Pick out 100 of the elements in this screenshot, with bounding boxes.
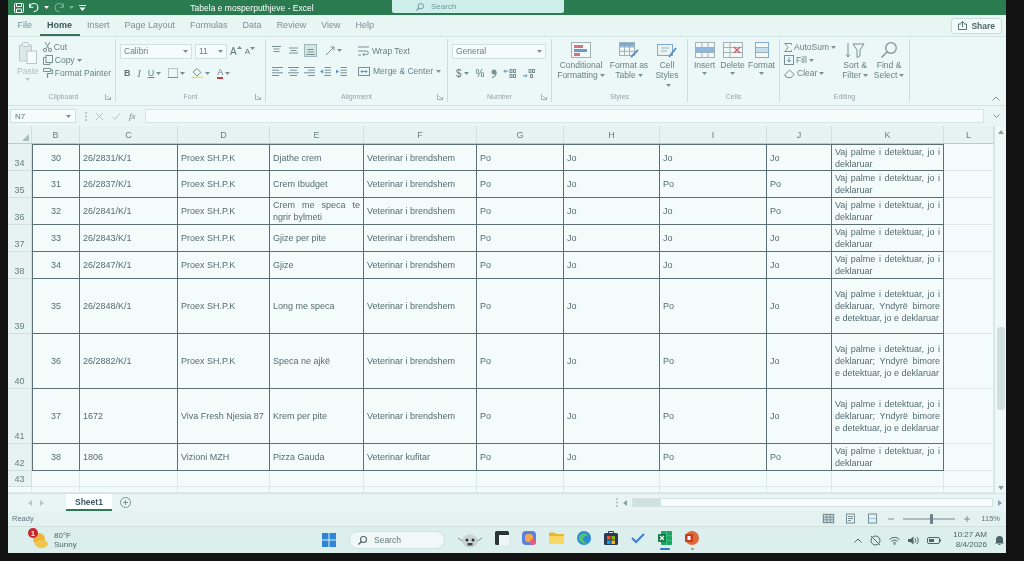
align-center-icon[interactable]	[288, 66, 299, 76]
store-icon[interactable]	[604, 530, 618, 545]
row-header[interactable]: 37	[8, 225, 32, 252]
cancel-icon[interactable]	[96, 112, 103, 120]
dialog-launcher-icon[interactable]	[105, 94, 111, 100]
decrease-decimal-icon[interactable]	[523, 68, 536, 78]
format-as-table-button[interactable]: Format as Table	[608, 39, 650, 91]
borders-button[interactable]	[168, 68, 186, 78]
formula-input[interactable]	[144, 109, 984, 123]
dialog-launcher-icon[interactable]	[437, 94, 443, 100]
ribbon-tab[interactable]: Data	[235, 18, 270, 36]
add-sheet-icon[interactable]	[119, 497, 131, 508]
orientation-button[interactable]	[325, 45, 342, 56]
scrollbar-thumb[interactable]	[996, 327, 1005, 411]
column-header[interactable]: F	[364, 126, 477, 144]
checkmark-icon[interactable]	[631, 532, 645, 543]
presentation-icon[interactable]	[685, 530, 699, 545]
share-button[interactable]: Share	[951, 17, 1002, 34]
number-format-dropdown[interactable]: General	[452, 43, 546, 59]
wrap-text-button[interactable]: Wrap Text	[358, 45, 410, 56]
row-header[interactable]: 36	[8, 198, 32, 225]
volume-icon[interactable]	[908, 535, 920, 545]
align-right-icon[interactable]	[304, 66, 315, 76]
row-header[interactable]: 41	[8, 389, 32, 444]
grow-font-button[interactable]: A	[230, 45, 242, 57]
spreadsheet-icon[interactable]	[658, 530, 672, 545]
row-header[interactable]: 35	[8, 171, 32, 198]
start-icon[interactable]	[322, 533, 336, 547]
ribbon-tab[interactable]: Page Layout	[117, 18, 183, 36]
bold-button[interactable]: B	[124, 68, 131, 78]
clock-date[interactable]: 8/4/2026	[955, 540, 987, 550]
accounting-format-button[interactable]: $	[456, 67, 469, 79]
browser-icon[interactable]	[577, 530, 591, 545]
ribbon-tab[interactable]: Review	[269, 18, 314, 36]
down-arrow-icon[interactable]	[997, 486, 1004, 490]
insert-function-button[interactable]: fx	[129, 111, 136, 121]
ribbon-tab[interactable]: Help	[348, 18, 382, 36]
page-break-icon[interactable]	[866, 513, 880, 524]
autosum-button[interactable]: AutoSum	[784, 42, 838, 52]
wifi-icon[interactable]	[889, 535, 901, 545]
column-header[interactable]: G	[477, 126, 564, 144]
battery-icon[interactable]	[927, 536, 942, 544]
shrink-font-button[interactable]: A	[244, 46, 255, 56]
clock-time[interactable]: 10:27 AM	[953, 530, 987, 540]
ribbon-tab[interactable]: View	[313, 18, 348, 36]
row-header[interactable]: 39	[8, 279, 32, 334]
decrease-indent-icon[interactable]	[320, 66, 331, 76]
ribbon-tab[interactable]: File	[10, 18, 40, 36]
align-bottom-icon[interactable]	[304, 44, 317, 57]
up-arrow-icon[interactable]	[997, 130, 1004, 134]
zoom-slider-thumb[interactable]	[929, 513, 933, 524]
left-arrow-icon[interactable]	[28, 499, 32, 506]
cut-button[interactable]: Cut	[42, 42, 111, 52]
row-header[interactable]: 42	[8, 444, 32, 471]
name-box[interactable]: N7	[10, 109, 76, 123]
column-header[interactable]: D	[178, 126, 270, 144]
zoom-in-icon[interactable]	[964, 515, 971, 522]
left-arrow-icon[interactable]	[623, 499, 627, 506]
scrollbar-thumb[interactable]	[633, 499, 661, 506]
weather-icon[interactable]	[32, 532, 48, 548]
bell-icon[interactable]	[995, 535, 1004, 545]
ribbon-tab[interactable]: Formulas	[182, 18, 236, 36]
font-name-dropdown[interactable]: Calibri	[120, 43, 192, 59]
row-header[interactable]: 34	[8, 144, 32, 171]
comma-style-icon[interactable]	[491, 68, 498, 78]
column-header[interactable]: L	[944, 126, 994, 144]
merge-center-button[interactable]: Merge & Center	[358, 66, 441, 76]
undo-icon[interactable]	[29, 3, 39, 12]
font-size-dropdown[interactable]: 11	[195, 43, 227, 59]
copy-button[interactable]: Copy	[42, 55, 111, 65]
find-select-button[interactable]: Find & Select	[873, 39, 905, 91]
chevron-up-icon[interactable]	[854, 537, 863, 543]
folder-icon[interactable]	[549, 531, 564, 544]
sort-filter-button[interactable]: Sort & Filter	[840, 39, 871, 91]
column-header[interactable]: J	[767, 126, 832, 144]
assistant-icon[interactable]	[522, 530, 536, 545]
right-arrow-icon[interactable]	[40, 499, 44, 506]
column-header[interactable]: B	[32, 126, 80, 144]
ribbon-tab[interactable]: Insert	[79, 18, 118, 36]
customize-icon[interactable]	[79, 4, 86, 11]
vertical-scrollbar[interactable]	[994, 126, 1006, 493]
percent-style-button[interactable]: %	[475, 67, 485, 79]
slashed-circle-icon[interactable]	[870, 534, 882, 546]
row-header[interactable]: 40	[8, 334, 32, 389]
column-header[interactable]: K	[832, 126, 944, 144]
horizontal-scrollbar[interactable]	[632, 498, 993, 507]
doodle-icon[interactable]	[458, 532, 482, 548]
fill-color-button[interactable]	[192, 68, 211, 78]
select-all-button[interactable]	[8, 126, 32, 144]
task-view-icon[interactable]	[495, 530, 509, 545]
format-painter-button[interactable]: Format Painter	[42, 68, 111, 78]
sheet-tab[interactable]: Sheet1	[66, 494, 112, 511]
delete-cells-button[interactable]: Delete	[720, 39, 746, 91]
conditional-formatting-button[interactable]: Conditional Formatting	[556, 39, 606, 91]
format-cells-button[interactable]: Format	[748, 39, 775, 91]
page-layout-icon[interactable]	[844, 513, 858, 524]
column-header[interactable]: E	[270, 126, 364, 144]
cell-styles-button[interactable]: Cell Styles	[652, 39, 682, 91]
align-middle-icon[interactable]	[287, 44, 300, 57]
column-header[interactable]: I	[660, 126, 767, 144]
